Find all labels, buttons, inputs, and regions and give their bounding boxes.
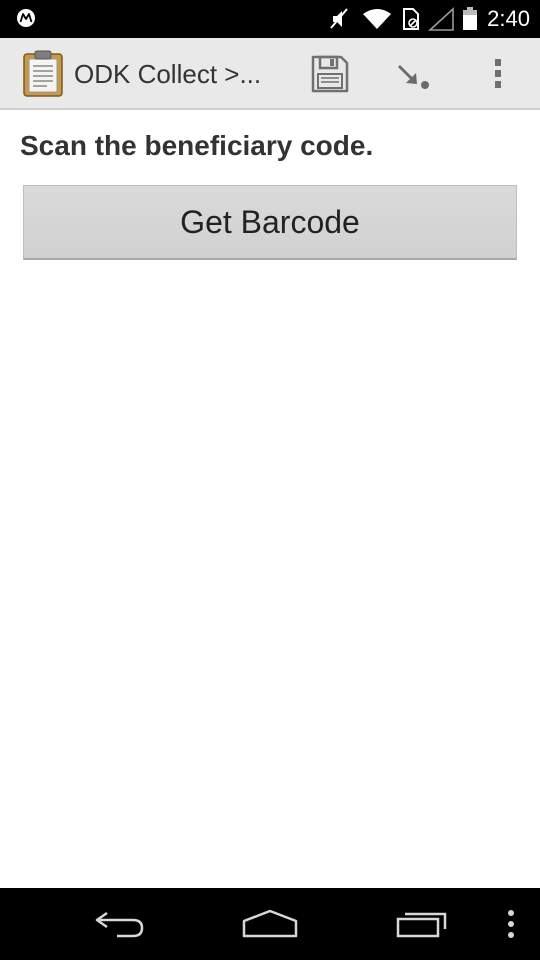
mute-icon <box>330 8 348 29</box>
wifi-icon <box>363 9 392 29</box>
question-label: Scan the beneficiary code. <box>20 130 374 161</box>
goto-arrow-icon <box>398 65 429 89</box>
recents-icon <box>396 912 447 938</box>
status-time: 2:40 <box>487 6 530 31</box>
overflow-menu-button[interactable] <box>466 38 530 110</box>
clipboard-app-icon[interactable] <box>22 50 64 98</box>
save-icon <box>311 55 349 93</box>
back-icon <box>95 911 144 938</box>
form-content: Scan the beneficiary code. Get Barcode <box>0 110 540 888</box>
nav-menu-button[interactable] <box>494 888 528 960</box>
overflow-menu-icon <box>495 59 501 88</box>
status-icons: 2:40 <box>325 0 530 38</box>
action-bar-title[interactable]: ODK Collect >... <box>74 59 261 90</box>
home-button[interactable] <box>230 888 310 960</box>
sim-icon <box>403 8 420 30</box>
save-button[interactable] <box>298 38 362 110</box>
status-bar: 2:40 <box>0 0 540 38</box>
home-icon <box>242 909 298 938</box>
battery-icon <box>463 7 478 30</box>
recents-button[interactable] <box>382 888 462 960</box>
motorola-logo-icon <box>17 9 35 27</box>
back-button[interactable] <box>80 888 160 960</box>
goto-prompt-button[interactable] <box>382 38 446 110</box>
signal-icon <box>428 7 454 31</box>
get-barcode-button[interactable]: Get Barcode <box>23 185 517 260</box>
navigation-bar <box>0 888 540 960</box>
menu-icon <box>508 910 514 938</box>
action-bar: ODK Collect >... <box>0 38 540 110</box>
